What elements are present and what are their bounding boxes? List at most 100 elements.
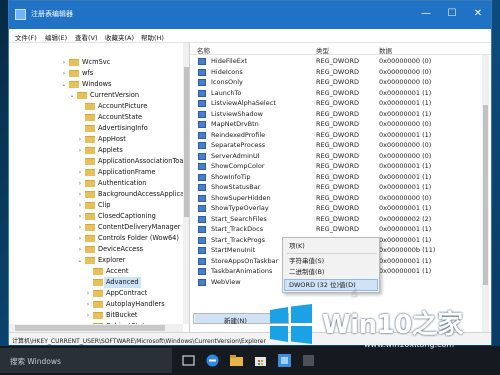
chevron-down-icon[interactable]: ⌄ — [68, 90, 76, 101]
value-data: 0x00000001 (1) — [379, 256, 432, 265]
reg-dword-icon — [198, 89, 206, 97]
registry-tree[interactable]: › WcmSvc › wfs ⌄ Windows ⌄ CurrentVersio… — [9, 43, 190, 332]
maximize-button[interactable]: ☐ — [439, 1, 465, 29]
value-name: SeparateProcess — [211, 141, 266, 149]
watermark-brand: Win10之家 — [322, 310, 463, 340]
value-name: WebView — [211, 277, 241, 286]
table-row[interactable]: LaunchTo REG_DWORD 0x00000001 (1) — [191, 88, 483, 99]
menu-help[interactable]: 帮助(H) — [141, 32, 164, 42]
reg-dword-icon — [198, 110, 206, 118]
chevron-right-icon[interactable]: › — [84, 299, 92, 310]
table-row[interactable]: IconsOnly REG_DWORD 0x00000000 (0) — [191, 77, 483, 88]
tree-scroll-thumb[interactable] — [184, 67, 189, 217]
reg-dword-icon — [198, 142, 206, 149]
value-name: HideIcons — [211, 67, 243, 76]
chevron-right-icon[interactable]: › — [84, 288, 92, 299]
value-name: ShowStatusBar — [211, 183, 261, 191]
chevron-right-icon[interactable]: › — [76, 189, 84, 200]
table-row[interactable]: ListviewShadow REG_DWORD 0x00000001 (1) — [191, 109, 483, 120]
minimize-button[interactable]: — — [413, 1, 439, 29]
table-row[interactable]: MapNetDrvBtn REG_DWORD 0x00000000 (0) — [191, 119, 483, 130]
tree-vertical-scrollbar[interactable] — [183, 43, 189, 324]
chevron-right-icon[interactable]: › — [76, 244, 84, 255]
chevron-right-icon[interactable]: › — [76, 222, 84, 233]
watermark-url: www.win10xitong.com — [364, 340, 455, 349]
chevron-right-icon[interactable]: › — [84, 310, 92, 321]
table-row[interactable]: ShowSuperHidden REG_DWORD 0x00000000 (0) — [191, 193, 483, 204]
value-name: MapNetDrvBtn — [211, 120, 259, 128]
value-name: Start_TrackDocs — [211, 225, 264, 233]
reg-dword-icon — [198, 58, 206, 65]
value-data: 0x00000000 (0) — [379, 78, 432, 86]
submenu-item-string[interactable]: 字符串值(S) — [289, 256, 324, 267]
registry-app-icon — [15, 9, 26, 20]
chevron-down-icon[interactable]: ⌄ — [76, 255, 84, 266]
tree-horizontal-scrollbar[interactable] — [9, 324, 183, 332]
value-type: REG_DWORD — [316, 193, 359, 202]
chevron-right-icon[interactable]: › — [76, 200, 84, 211]
table-row[interactable]: ListviewAlphaSelect REG_DWORD 0x00000001 (… — [191, 98, 483, 109]
file-explorer-icon[interactable] — [228, 352, 245, 369]
value-type: REG_DWORD — [316, 88, 359, 97]
table-row[interactable]: ShowCompColor REG_DWORD 0x00000001 (1) — [191, 161, 483, 172]
chevron-right-icon[interactable]: › — [76, 134, 84, 145]
table-row[interactable]: ShowInfoTip REG_DWORD 0x00000001 (1) — [191, 172, 483, 183]
column-header-name[interactable]: 名称 — [197, 45, 210, 55]
table-row[interactable]: Start_SearchFiles REG_DWORD 0x00000002 (2) — [191, 214, 483, 225]
table-row[interactable]: ShowTypeOverlay REG_DWORD 0x00000001 (1) — [191, 203, 483, 214]
list-vertical-scrollbar[interactable] — [482, 55, 489, 332]
submenu-item-binary[interactable]: 二进制值(B) — [289, 267, 325, 278]
value-data: 0x00000001 (1) — [379, 204, 432, 212]
value-data: 0x00000000 (0) — [379, 193, 432, 202]
chevron-right-icon[interactable]: › — [76, 178, 84, 189]
folder-icon — [69, 81, 79, 88]
reg-dword-icon — [198, 163, 206, 170]
menu-favorites[interactable]: 收藏夹(A) — [105, 32, 134, 42]
task-view-icon[interactable] — [180, 352, 197, 369]
menu-view[interactable]: 查看(V) — [75, 32, 98, 42]
chevron-right-icon[interactable]: › — [60, 57, 68, 68]
list-header: 名称 类型 数据 — [191, 43, 491, 55]
table-row[interactable]: Start_TrackDocs REG_DWORD 0x00000001 (1) — [191, 224, 483, 235]
value-data: 0x00000001 (1) — [379, 88, 432, 97]
chevron-right-icon[interactable]: › — [76, 233, 84, 244]
value-name: ReindexedProfile — [211, 130, 266, 139]
value-name: LaunchTo — [211, 88, 242, 97]
chevron-right-icon[interactable]: › — [76, 167, 84, 178]
value-name: ListviewShadow — [211, 109, 263, 118]
title-bar[interactable]: 注册表编辑器 — ☐ ✕ — [9, 1, 491, 29]
edge-icon[interactable] — [204, 352, 221, 369]
new-submenu: 项(K) 字符串值(S) 二进制值(B) DWORD (32 位)值(D) — [282, 237, 380, 293]
chevron-right-icon[interactable]: › — [76, 145, 84, 156]
value-type: REG_DWORD — [316, 183, 359, 191]
column-header-type[interactable]: 类型 — [316, 45, 329, 55]
menu-edit[interactable]: 编辑(E) — [45, 32, 67, 42]
value-type: REG_DWORD — [316, 162, 359, 170]
menu-file[interactable]: 文件(F) — [15, 32, 37, 42]
table-row[interactable]: HideFileExt REG_DWORD 0x00000000 (0) — [191, 56, 483, 67]
value-type: REG_DWORD — [316, 57, 359, 65]
table-row[interactable]: ServerAdminUI REG_DWORD 0x00000000 (0) — [191, 151, 483, 162]
value-name: StartMenuInit — [211, 246, 256, 254]
chevron-down-icon[interactable]: ⌄ — [60, 79, 68, 90]
new-menu-label[interactable]: 新建(N) — [224, 315, 247, 325]
taskbar-search-box[interactable]: 搜索 Windows — [0, 348, 172, 373]
tree-hscroll-thumb[interactable] — [15, 325, 165, 331]
close-button[interactable]: ✕ — [465, 1, 491, 29]
submenu-item-key[interactable]: 项(K) — [289, 241, 305, 252]
chevron-right-icon[interactable]: › — [60, 68, 68, 79]
table-row[interactable]: ReindexedProfile REG_DWORD 0x00000001 (1) — [191, 130, 483, 141]
column-header-data[interactable]: 数据 — [379, 45, 392, 55]
value-data: 0x00000000 (0) — [379, 67, 432, 76]
value-name: ListviewAlphaSelect — [211, 99, 276, 107]
table-row[interactable]: HideIcons REG_DWORD 0x00000000 (0) — [191, 67, 483, 78]
folder-icon — [85, 213, 95, 220]
chevron-right-icon[interactable]: › — [76, 211, 84, 222]
value-name: Start_SearchFiles — [211, 214, 267, 223]
table-row[interactable]: ShowStatusBar REG_DWORD 0x00000001 (1) — [191, 182, 483, 193]
folder-icon — [85, 246, 95, 253]
table-row[interactable]: SeparateProcess REG_DWORD 0x00000000 (0) — [191, 140, 483, 151]
value-name: IconsOnly — [211, 78, 243, 86]
list-scroll-thumb[interactable] — [483, 105, 488, 285]
submenu-item-dword[interactable]: DWORD (32 位)值(D) — [289, 280, 356, 291]
